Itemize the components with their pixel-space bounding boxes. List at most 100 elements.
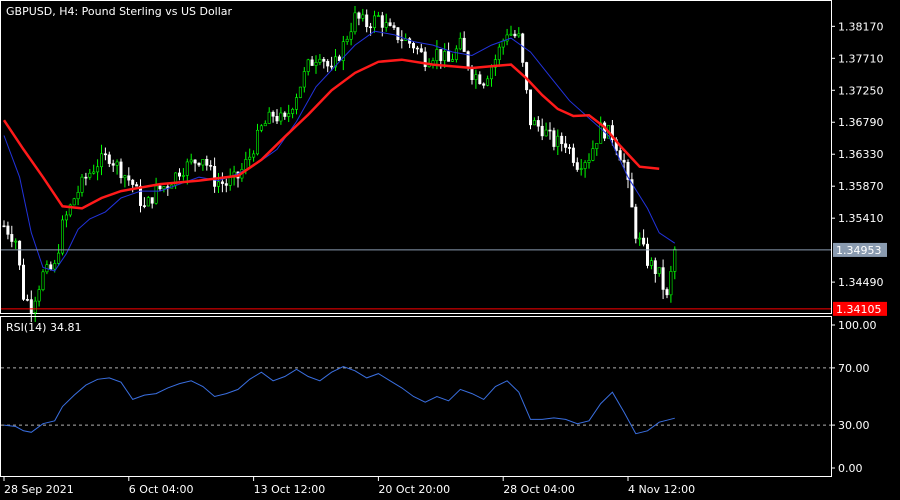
candle-body bbox=[100, 153, 104, 168]
candle-body bbox=[185, 161, 189, 176]
candle-body bbox=[560, 135, 564, 145]
candle-body bbox=[271, 111, 275, 117]
candle-body bbox=[131, 179, 135, 185]
candle-body bbox=[310, 59, 314, 66]
bid-price-tag-label: 1.34953 bbox=[836, 244, 882, 257]
candle-body bbox=[287, 113, 291, 117]
candle-body bbox=[53, 263, 57, 270]
candle-body bbox=[127, 175, 131, 181]
candle-body bbox=[380, 15, 384, 28]
candle-body bbox=[443, 51, 447, 61]
candle-body bbox=[6, 225, 10, 235]
rsi-axis-label: 30.00 bbox=[838, 419, 870, 432]
candle-body bbox=[528, 89, 532, 126]
candle-body bbox=[283, 112, 287, 117]
candle-body bbox=[103, 153, 107, 156]
chart-title: GBPUSD, H4: Pound Sterling vs US Dollar bbox=[6, 5, 233, 18]
candle-body bbox=[583, 162, 587, 169]
candle-body bbox=[661, 267, 665, 290]
candle-body bbox=[318, 58, 322, 63]
time-axis-label: 6 Oct 04:00 bbox=[129, 483, 194, 496]
candle-body bbox=[388, 22, 392, 26]
candle-body bbox=[591, 148, 595, 161]
price-axis-label: 1.34490 bbox=[838, 276, 884, 289]
candle-body bbox=[181, 175, 185, 177]
candle-body bbox=[365, 14, 369, 28]
candle-body bbox=[111, 163, 115, 166]
candle-body bbox=[587, 159, 591, 163]
candle-body bbox=[384, 22, 388, 28]
candle-body bbox=[154, 185, 158, 204]
candle-body bbox=[107, 154, 111, 164]
rsi-axis-label: 70.00 bbox=[838, 362, 870, 375]
candle-body bbox=[657, 267, 661, 274]
candle-body bbox=[84, 176, 88, 179]
rsi-label: RSI(14) 34.81 bbox=[6, 321, 81, 334]
candle-body bbox=[435, 49, 439, 61]
price-axis-label: 1.37250 bbox=[838, 84, 884, 97]
candle-body bbox=[478, 74, 482, 85]
candle-body bbox=[64, 214, 68, 221]
candle-body bbox=[146, 197, 150, 207]
low-price-tag-label: 1.34105 bbox=[836, 303, 882, 316]
candle-body bbox=[447, 51, 451, 62]
candle-body bbox=[419, 48, 423, 53]
candle-body bbox=[80, 176, 84, 193]
candle-body bbox=[361, 14, 365, 19]
candle-body bbox=[392, 25, 396, 28]
candle-body bbox=[357, 12, 361, 19]
candle-body bbox=[135, 184, 139, 187]
candle-body bbox=[486, 78, 490, 86]
candle-body bbox=[298, 86, 302, 98]
candle-body bbox=[665, 289, 669, 296]
candle-body bbox=[489, 66, 493, 80]
candle-body bbox=[57, 252, 61, 264]
candle-body bbox=[139, 185, 143, 206]
candle-body bbox=[142, 205, 146, 207]
candle-body bbox=[642, 237, 646, 245]
candle-body bbox=[33, 300, 37, 313]
candle-body bbox=[638, 237, 642, 240]
price-axis-label: 1.38170 bbox=[838, 20, 884, 33]
candle-body bbox=[634, 206, 638, 239]
candle-body bbox=[2, 225, 6, 228]
candle-body bbox=[322, 58, 326, 62]
candle-body bbox=[49, 264, 53, 270]
candle-body bbox=[119, 161, 123, 179]
candle-body bbox=[552, 130, 556, 147]
candle-body bbox=[255, 129, 259, 155]
candle-body bbox=[314, 62, 318, 66]
candle-body bbox=[497, 46, 501, 60]
candle-body bbox=[396, 27, 400, 41]
candle-body bbox=[60, 219, 64, 254]
low-price-tag: 1.34105 bbox=[833, 301, 887, 316]
candle-body bbox=[291, 109, 295, 114]
candle-body bbox=[571, 147, 575, 163]
candle-body bbox=[353, 12, 357, 33]
rsi-axis-label: 0.00 bbox=[838, 462, 863, 475]
candle-body bbox=[259, 125, 263, 131]
candle-body bbox=[411, 43, 415, 49]
candle-body bbox=[462, 37, 466, 52]
candle-body bbox=[536, 120, 540, 127]
candle-body bbox=[88, 172, 92, 178]
candle-body bbox=[302, 71, 306, 88]
candle-body bbox=[376, 15, 380, 17]
candle-body bbox=[10, 234, 14, 242]
candle-body bbox=[228, 177, 232, 186]
time-axis-label: 13 Oct 12:00 bbox=[254, 483, 326, 496]
price-axis-label: 1.36330 bbox=[838, 148, 884, 161]
candle-body bbox=[244, 159, 248, 170]
candle-body bbox=[470, 67, 474, 80]
candle-body bbox=[306, 59, 310, 72]
candle-body bbox=[548, 129, 552, 132]
candle-body bbox=[544, 129, 548, 137]
price-axis-label: 1.35410 bbox=[838, 212, 884, 225]
rsi-axis-label: 100.00 bbox=[838, 319, 877, 332]
candle-body bbox=[400, 39, 404, 42]
candle-body bbox=[415, 47, 419, 50]
candle-body bbox=[349, 31, 353, 40]
candle-body bbox=[326, 61, 330, 67]
chart-root[interactable]: GBPUSD, H4: Pound Sterling vs US Dollar … bbox=[0, 0, 900, 500]
candle-body bbox=[474, 74, 478, 80]
